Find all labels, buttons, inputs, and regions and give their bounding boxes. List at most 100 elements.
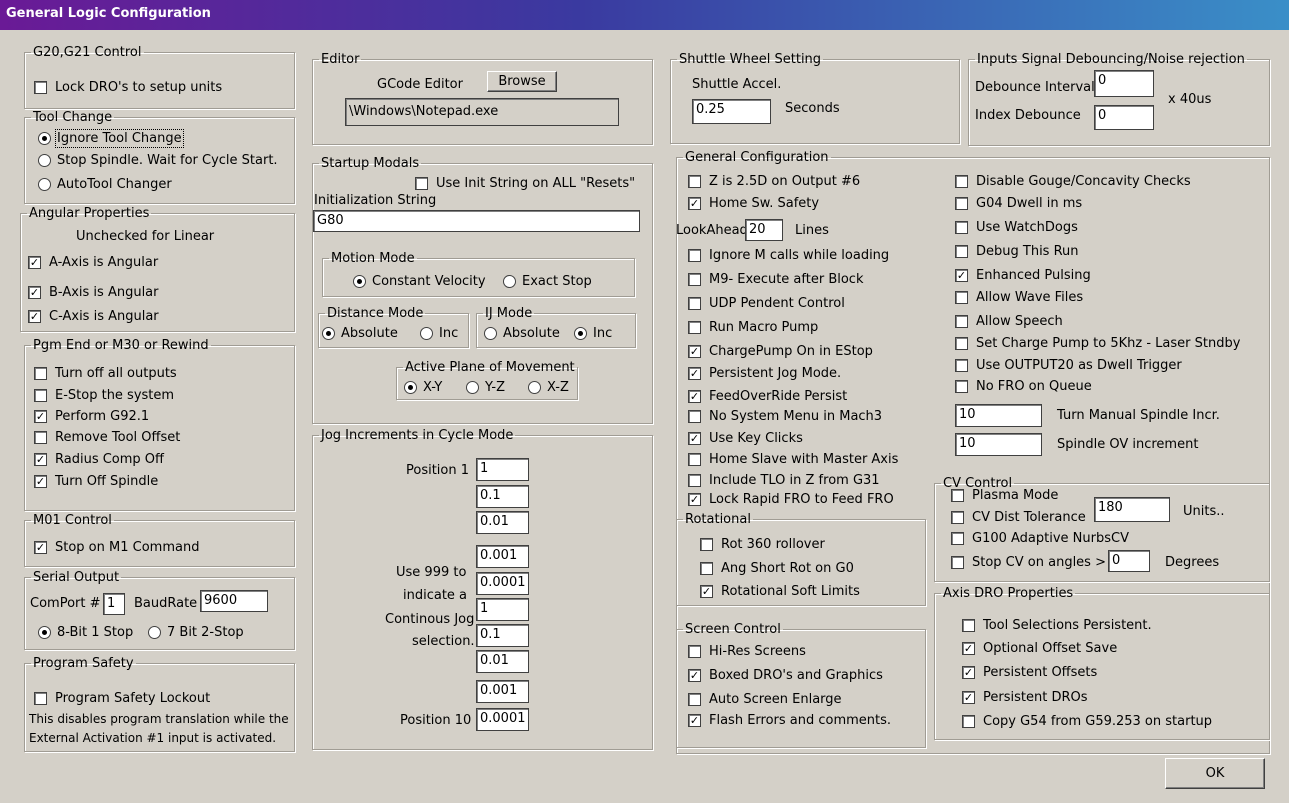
copy-g54-checkbox-box[interactable] xyxy=(962,715,975,728)
enhanced-pulsing-checkbox[interactable]: ✓ Enhanced Pulsing xyxy=(955,268,1091,283)
plane-xz-radio-circle[interactable] xyxy=(528,381,541,394)
remove-tool-offset-checkbox[interactable]: Remove Tool Offset xyxy=(34,430,180,445)
persistent-dros-checkbox[interactable]: ✓ Persistent DROs xyxy=(962,690,1088,705)
stop-cv-angles-checkbox[interactable]: Stop CV on angles > xyxy=(951,555,1106,570)
jog-increment-10[interactable]: 0.0001 xyxy=(476,708,529,731)
estop-system-checkbox[interactable]: E-Stop the system xyxy=(34,388,174,403)
exact-stop-radio[interactable]: Exact Stop xyxy=(503,274,592,289)
hi-res-screens-checkbox-box[interactable] xyxy=(688,645,701,658)
feedoverride-persist-checkbox-box[interactable]: ✓ xyxy=(688,390,701,403)
stop-cv-angles-checkbox-box[interactable] xyxy=(951,556,964,569)
persistent-jog-checkbox-box[interactable]: ✓ xyxy=(688,367,701,380)
rot-360-rollover-checkbox[interactable]: Rot 360 rollover xyxy=(700,537,825,552)
7bit-2stop-radio[interactable]: 7 Bit 2-Stop xyxy=(148,625,244,640)
no-fro-queue-checkbox[interactable]: No FRO on Queue xyxy=(955,379,1092,394)
optional-offset-save-checkbox-box[interactable]: ✓ xyxy=(962,642,975,655)
ignore-m-calls-checkbox[interactable]: Ignore M calls while loading xyxy=(688,248,889,263)
g04-dwell-ms-checkbox-box[interactable] xyxy=(955,197,968,210)
enhanced-pulsing-checkbox-box[interactable]: ✓ xyxy=(955,269,968,282)
stop-m1-checkbox[interactable]: ✓ Stop on M1 Command xyxy=(34,540,199,555)
hi-res-screens-checkbox[interactable]: Hi-Res Screens xyxy=(688,644,806,659)
ignore-m-calls-checkbox-box[interactable] xyxy=(688,249,701,262)
stop-spindle-wait-radio[interactable]: Stop Spindle. Wait for Cycle Start. xyxy=(38,153,278,168)
lock-dro-units-checkbox[interactable]: Lock DRO's to setup units xyxy=(34,80,222,95)
jog-increment-3[interactable]: 0.01 xyxy=(476,511,529,534)
spindle-incr-input[interactable]: 10 xyxy=(955,404,1042,427)
8bit-1stop-radio[interactable]: 8-Bit 1 Stop xyxy=(38,625,133,640)
debug-this-run-checkbox[interactable]: Debug This Run xyxy=(955,244,1079,259)
7bit-2stop-radio-circle[interactable] xyxy=(148,626,161,639)
run-macro-pump-checkbox[interactable]: Run Macro Pump xyxy=(688,320,818,335)
turn-off-spindle-checkbox-box[interactable]: ✓ xyxy=(34,475,47,488)
plasma-mode-checkbox[interactable]: Plasma Mode xyxy=(951,488,1058,503)
debounce-interval-input[interactable]: 0 xyxy=(1094,70,1154,97)
c-axis-angular-checkbox[interactable]: ✓ C-Axis is Angular xyxy=(28,309,159,324)
home-slave-checkbox[interactable]: Home Slave with Master Axis xyxy=(688,452,898,467)
jog-increment-5[interactable]: 0.0001 xyxy=(476,572,529,595)
stop-cv-angles-input[interactable]: 0 xyxy=(1108,550,1150,572)
persistent-offsets-checkbox[interactable]: ✓ Persistent Offsets xyxy=(962,665,1097,680)
perform-g92-checkbox-box[interactable]: ✓ xyxy=(34,410,47,423)
use-watchdogs-checkbox[interactable]: Use WatchDogs xyxy=(955,220,1078,235)
plane-yz-radio-circle[interactable] xyxy=(466,381,479,394)
shuttle-accel-input[interactable]: 0.25 xyxy=(692,99,771,124)
boxed-dros-checkbox[interactable]: ✓ Boxed DRO's and Graphics xyxy=(688,668,883,683)
rotational-soft-limits-checkbox[interactable]: ✓ Rotational Soft Limits xyxy=(700,584,860,599)
use-key-clicks-checkbox[interactable]: ✓ Use Key Clicks xyxy=(688,431,803,446)
jog-increment-1[interactable]: 1 xyxy=(476,458,529,481)
include-tlo-checkbox[interactable]: Include TLO in Z from G31 xyxy=(688,473,880,488)
copy-g54-checkbox[interactable]: Copy G54 from G59.253 on startup xyxy=(962,714,1212,729)
radius-comp-off-checkbox[interactable]: ✓ Radius Comp Off xyxy=(34,452,164,467)
disable-gouge-checkbox-box[interactable] xyxy=(955,175,968,188)
boxed-dros-checkbox-box[interactable]: ✓ xyxy=(688,669,701,682)
exact-stop-radio-circle[interactable] xyxy=(503,275,516,288)
jog-increment-7[interactable]: 0.1 xyxy=(476,624,529,647)
stop-spindle-wait-radio-circle[interactable] xyxy=(38,154,51,167)
allow-wave-files-checkbox[interactable]: Allow Wave Files xyxy=(955,290,1083,305)
browse-button[interactable]: Browse xyxy=(487,71,557,92)
constant-velocity-radio[interactable]: Constant Velocity xyxy=(353,274,486,289)
rotational-soft-limits-checkbox-box[interactable]: ✓ xyxy=(700,585,713,598)
plane-xy-radio-circle[interactable] xyxy=(404,381,417,394)
lookahead-input[interactable]: 20 xyxy=(745,219,783,241)
use-key-clicks-checkbox-box[interactable]: ✓ xyxy=(688,432,701,445)
persistent-dros-checkbox-box[interactable]: ✓ xyxy=(962,691,975,704)
plane-xz-radio[interactable]: X-Z xyxy=(528,380,569,395)
home-slave-checkbox-box[interactable] xyxy=(688,453,701,466)
persistent-offsets-checkbox-box[interactable]: ✓ xyxy=(962,666,975,679)
jog-increment-8[interactable]: 0.01 xyxy=(476,650,529,673)
lock-dro-units-checkbox-box[interactable] xyxy=(34,81,47,94)
z-25d-output6-checkbox[interactable]: Z is 2.5D on Output #6 xyxy=(688,174,860,189)
autotool-changer-radio[interactable]: AutoTool Changer xyxy=(38,177,172,192)
cv-dist-tolerance-checkbox-box[interactable] xyxy=(951,511,964,524)
no-system-menu-checkbox[interactable]: No System Menu in Mach3 xyxy=(688,409,882,424)
feedoverride-persist-checkbox[interactable]: ✓ FeedOverRide Persist xyxy=(688,389,847,404)
disable-gouge-checkbox[interactable]: Disable Gouge/Concavity Checks xyxy=(955,174,1191,189)
optional-offset-save-checkbox[interactable]: ✓ Optional Offset Save xyxy=(962,641,1117,656)
include-tlo-checkbox-box[interactable] xyxy=(688,474,701,487)
charge-pump-5khz-checkbox[interactable]: Set Charge Pump to 5Khz - Laser Stndby xyxy=(955,336,1240,351)
m9-execute-checkbox-box[interactable] xyxy=(688,273,701,286)
ok-button[interactable]: OK xyxy=(1165,758,1265,789)
rot-360-rollover-checkbox-box[interactable] xyxy=(700,538,713,551)
flash-errors-checkbox-box[interactable]: ✓ xyxy=(688,714,701,727)
allow-speech-checkbox[interactable]: Allow Speech xyxy=(955,314,1063,329)
jog-increment-2[interactable]: 0.1 xyxy=(476,485,529,508)
jog-increment-4[interactable]: 0.001 xyxy=(476,545,529,568)
jog-increment-9[interactable]: 0.001 xyxy=(476,680,529,703)
ij-absolute-radio-circle[interactable] xyxy=(484,327,497,340)
lock-rapid-fro-checkbox[interactable]: ✓ Lock Rapid FRO to Feed FRO xyxy=(688,492,894,507)
auto-screen-enlarge-checkbox[interactable]: Auto Screen Enlarge xyxy=(688,692,842,707)
ignore-tool-change-radio-circle[interactable] xyxy=(38,132,51,145)
udp-pendent-checkbox[interactable]: UDP Pendent Control xyxy=(688,296,845,311)
jog-increment-6[interactable]: 1 xyxy=(476,598,529,621)
ignore-tool-change-radio[interactable]: Ignore Tool Change xyxy=(38,129,184,148)
autotool-changer-radio-circle[interactable] xyxy=(38,178,51,191)
allow-wave-files-checkbox-box[interactable] xyxy=(955,291,968,304)
plasma-mode-checkbox-box[interactable] xyxy=(951,489,964,502)
output20-dwell-checkbox-box[interactable] xyxy=(955,359,968,372)
b-axis-angular-checkbox[interactable]: ✓ B-Axis is Angular xyxy=(28,285,159,300)
home-sw-safety-checkbox-box[interactable]: ✓ xyxy=(688,197,701,210)
chargepump-estop-checkbox-box[interactable]: ✓ xyxy=(688,345,701,358)
run-macro-pump-checkbox-box[interactable] xyxy=(688,321,701,334)
